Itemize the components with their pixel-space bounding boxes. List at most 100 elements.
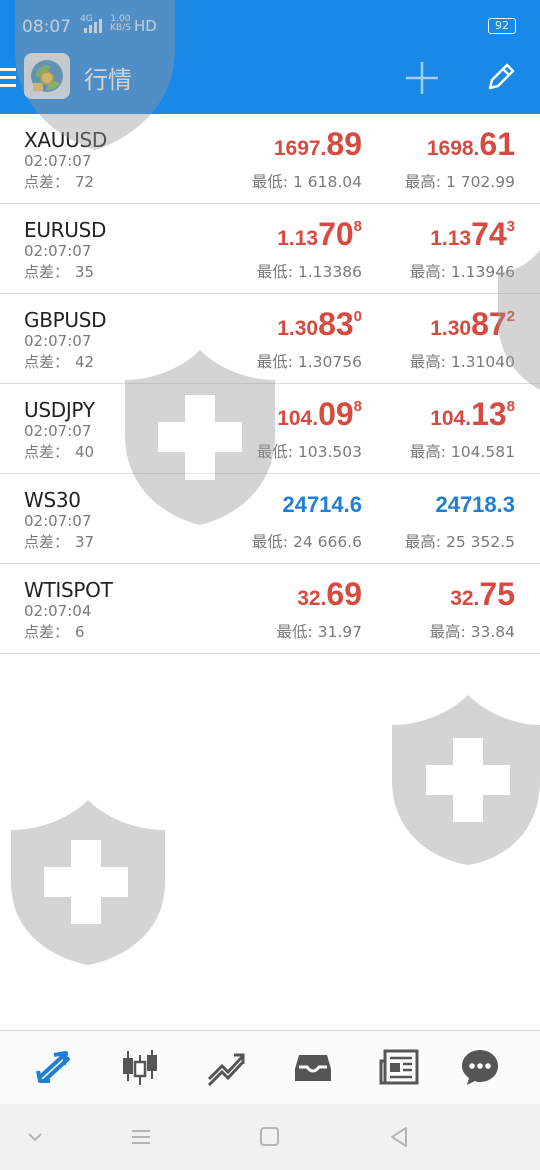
low-price: 最低: 1.13386 (257, 260, 362, 282)
quote-row-ws30[interactable]: WS30 02:07:07 点差： 37 24714.6 24718.3 最低: … (0, 474, 540, 564)
low-value: 103.503 (297, 443, 362, 461)
high-label: 最高: (409, 443, 446, 461)
high-price: 最高: 104.581 (410, 440, 515, 462)
hd-indicator: HD (134, 17, 157, 35)
low-price: 最低: 103.503 (257, 440, 362, 462)
trade-icon[interactable] (206, 1047, 246, 1087)
quote-time: 02:07:07 (24, 512, 92, 530)
spread-value: 40 (75, 443, 95, 461)
high-label: 最高: (409, 353, 446, 371)
bid-price[interactable]: 32.69 (297, 576, 362, 613)
edit-icon[interactable] (484, 60, 518, 94)
symbol-name: EURUSD (24, 218, 107, 242)
bid-price[interactable]: 1697.89 (274, 126, 362, 163)
bid-price[interactable]: 1.13708 (277, 216, 362, 253)
quote-list: XAUUSD 02:07:07 点差： 72 1697.89 1698.61 最低… (0, 114, 540, 654)
ask-price-big: 87 (471, 306, 507, 342)
bid-price-prefix: 1697. (273, 137, 327, 160)
spread: 点差： 6 (24, 621, 85, 642)
spread-label: 点差： (24, 533, 70, 551)
quote-row-usdjpy[interactable]: USDJPY 02:07:07 点差： 40 104.098 104.138 最低… (0, 384, 540, 474)
quote-row-xauusd[interactable]: XAUUSD 02:07:07 点差： 72 1697.89 1698.61 最低… (0, 114, 540, 204)
ask-price-prefix: 1.13 (430, 227, 472, 250)
symbol-name: USDJPY (24, 398, 95, 422)
watermark-shield-icon (11, 800, 165, 965)
page-title: 行情 (84, 66, 132, 94)
battery-indicator: 92 (488, 18, 516, 34)
ask-price[interactable]: 24718.3 (435, 486, 515, 517)
ask-price-big: 74 (471, 216, 507, 252)
chat-icon[interactable] (460, 1047, 500, 1087)
quotes-icon[interactable] (34, 1047, 74, 1087)
ask-price[interactable]: 1.13743 (430, 216, 515, 253)
history-icon[interactable] (293, 1047, 333, 1087)
high-label: 最高: (404, 173, 442, 191)
low-value: 1 618.04 (292, 173, 362, 191)
bid-price-value: 24714.6 (282, 492, 362, 517)
bid-price-prefix: 104. (277, 407, 319, 430)
bid-price-prefix: 32. (297, 587, 327, 610)
ask-price[interactable]: 1698.61 (427, 126, 515, 163)
high-value: 1.13946 (450, 263, 515, 281)
high-label: 最高: (429, 623, 466, 641)
app-bar: 行情 (0, 53, 540, 114)
low-label: 最低: (256, 443, 293, 461)
spread-value: 37 (75, 533, 95, 551)
ask-price[interactable]: 104.138 (430, 396, 515, 433)
chevron-down-icon[interactable] (24, 1126, 46, 1148)
high-price: 最高: 1.13946 (410, 260, 515, 282)
recents-icon[interactable] (130, 1126, 152, 1148)
spread: 点差： 72 (24, 171, 94, 192)
chart-icon[interactable] (120, 1047, 160, 1087)
bid-price-big: 09 (318, 396, 354, 432)
low-label: 最低: (256, 263, 293, 281)
ask-price-big: 75 (479, 576, 515, 612)
spread: 点差： 42 (24, 351, 94, 372)
spread-label: 点差： (24, 263, 70, 281)
bid-price[interactable]: 104.098 (277, 396, 362, 433)
ask-price[interactable]: 32.75 (450, 576, 515, 613)
low-label: 最低: (276, 623, 313, 641)
quote-time: 02:07:07 (24, 152, 92, 170)
symbol-name: GBPUSD (24, 308, 107, 332)
spread-label: 点差： (24, 443, 70, 461)
menu-icon[interactable] (0, 68, 16, 90)
spread-value: 42 (75, 353, 95, 371)
spread-label: 点差： (24, 173, 70, 191)
low-price: 最低: 1.30756 (257, 350, 362, 372)
high-value: 1.31040 (450, 353, 515, 371)
status-bar: 08:07 4G 1.00 KB/S HD 92 (0, 0, 540, 56)
spread: 点差： 40 (24, 441, 94, 462)
home-icon[interactable] (259, 1126, 281, 1148)
ask-price-pip: 8 (506, 398, 515, 415)
bid-price-pip: 8 (353, 398, 362, 415)
add-icon[interactable] (404, 60, 440, 96)
high-value: 1 702.99 (445, 173, 515, 191)
ask-price[interactable]: 1.30872 (430, 306, 515, 343)
high-price: 最高: 25 352.5 (405, 530, 515, 552)
spread-label: 点差： (24, 353, 70, 371)
bid-price-pip: 8 (353, 218, 362, 235)
bid-price-prefix: 1.30 (277, 317, 319, 340)
app-logo (24, 53, 70, 99)
symbol-name: XAUUSD (24, 128, 107, 152)
back-icon[interactable] (388, 1126, 410, 1148)
news-icon[interactable] (379, 1047, 419, 1087)
bid-price[interactable]: 24714.6 (282, 486, 362, 517)
low-value: 1.30756 (297, 353, 362, 371)
signal-icon (84, 19, 102, 33)
quote-row-gbpusd[interactable]: GBPUSD 02:07:07 点差： 42 1.30830 1.30872 最低… (0, 294, 540, 384)
low-label: 最低: (256, 353, 293, 371)
bid-price[interactable]: 1.30830 (277, 306, 362, 343)
quote-row-wtispot[interactable]: WTISPOT 02:07:04 点差： 6 32.69 32.75 最低: 31… (0, 564, 540, 654)
spread-label: 点差： (24, 623, 70, 641)
spread: 点差： 35 (24, 261, 94, 282)
quote-time: 02:07:07 (24, 332, 92, 350)
high-price: 最高: 33.84 (429, 620, 515, 642)
quote-row-eurusd[interactable]: EURUSD 02:07:07 点差： 35 1.13708 1.13743 最低… (0, 204, 540, 294)
high-label: 最高: (404, 533, 442, 551)
ask-price-pip: 3 (506, 218, 515, 235)
bid-price-big: 83 (318, 306, 354, 342)
low-price: 最低: 24 666.6 (252, 530, 362, 552)
low-value: 31.97 (317, 623, 362, 641)
